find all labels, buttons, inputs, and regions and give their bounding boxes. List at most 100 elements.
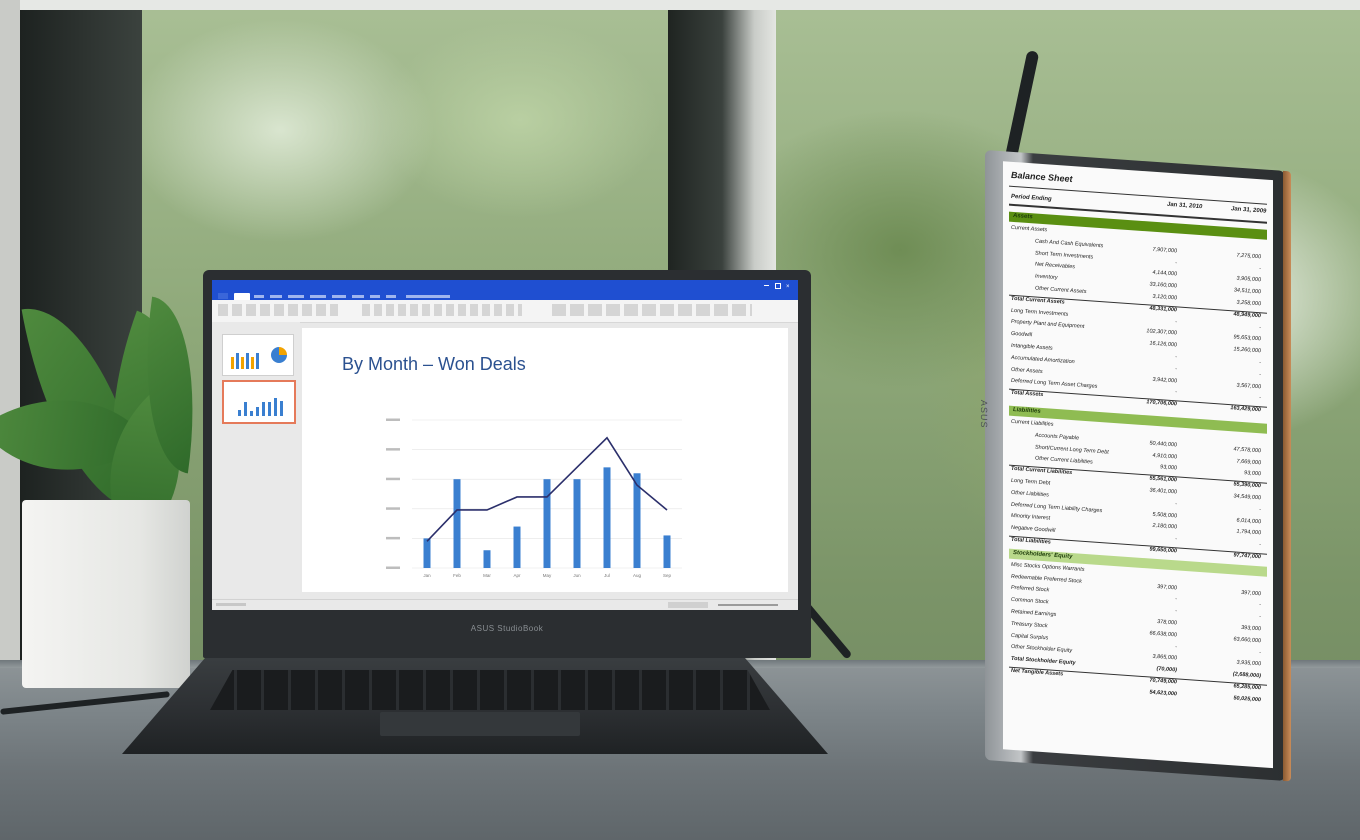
row-label: Capital Surplus (1011, 632, 1049, 642)
y-tick-label (386, 566, 400, 569)
row-value-2009: - (1259, 602, 1261, 609)
thumb-bar (231, 357, 234, 369)
row-value-2010: 99,650,000 (1149, 546, 1177, 555)
thumb-bar (274, 398, 277, 416)
laptop-keyboard (210, 670, 770, 710)
tab-help[interactable] (386, 295, 396, 298)
period-label: Period Ending (1011, 193, 1052, 203)
maximize-icon[interactable] (775, 283, 781, 289)
zoom-slider[interactable] (718, 604, 778, 606)
y-tick-label (386, 448, 400, 451)
row-label: Common Stock (1011, 597, 1049, 606)
row-value-2009: 15,260,000 (1233, 346, 1261, 355)
assets-band-label: Assets (1013, 212, 1033, 221)
balance-sheet: Balance Sheet Period Ending Jan 31, 2010… (1003, 161, 1273, 768)
row-value-2010: 2,180,000 (1152, 523, 1177, 531)
row-value-2010: 16,126,000 (1149, 340, 1177, 349)
plant-pot (22, 500, 190, 688)
monitor-leather-cover (1283, 170, 1291, 782)
row-value-2010: 36,401,000 (1149, 487, 1177, 496)
row-label: Other Liabilities (1011, 489, 1049, 499)
bar-mar (483, 550, 491, 568)
photo-scene: ASUS StudioBook × By Month – Won Deals J… (0, 0, 1360, 840)
tell-me-search[interactable] (406, 295, 450, 298)
row-label: Other Assets (1011, 366, 1043, 375)
row-value-2010: - (1175, 389, 1177, 396)
tab-transitions[interactable] (288, 295, 304, 298)
ppt-statusbar (212, 599, 798, 610)
row-value-2010: 3,942,000 (1152, 376, 1177, 385)
row-label: Preferred Stock (1011, 585, 1050, 594)
row-value-2010: 170,706,000 (1146, 399, 1177, 408)
y-tick-label (386, 507, 400, 510)
x-tick-label: Aug (633, 573, 642, 578)
tab-animations[interactable] (310, 295, 326, 298)
tab-review[interactable] (352, 295, 364, 298)
row-value-2009: 3,905,000 (1236, 275, 1261, 284)
tab-file[interactable] (218, 293, 228, 299)
x-tick-label: Jul (604, 573, 610, 578)
monitor-screen: Balance Sheet Period Ending Jan 31, 2010… (1003, 161, 1273, 769)
monitor-logo: ASUS (979, 399, 989, 429)
row-value-2009: 63,660,000 (1233, 636, 1261, 645)
tab-insert[interactable] (254, 295, 264, 298)
tab-design[interactable] (270, 295, 282, 298)
column-header-2: Jan 31, 2009 (1231, 206, 1267, 215)
thumb-bar (251, 357, 254, 369)
balance-sheet-title: Balance Sheet (1011, 169, 1073, 185)
row-value-2009: - (1259, 360, 1261, 367)
thumb-bar (238, 410, 241, 416)
slide-thumbnail-1[interactable] (222, 334, 294, 376)
row-value-2009: 93,000 (1244, 470, 1261, 478)
y-tick-label (386, 477, 400, 481)
slide-thumbnail-2[interactable] (222, 380, 296, 424)
row-value-2009: 48,949,000 (1233, 311, 1261, 320)
laptop-touchpad (380, 712, 580, 736)
view-buttons[interactable] (668, 602, 708, 608)
row-value-2009: 6,014,000 (1236, 517, 1261, 525)
x-tick-label: Sep (663, 573, 672, 578)
thumb-bar (256, 353, 259, 369)
ppt-ribbon (212, 300, 798, 323)
row-label: Misc Stocks Options Warrants (1011, 561, 1085, 573)
window-controls[interactable]: × (764, 283, 794, 290)
row-value-2009: - (1259, 649, 1261, 656)
row-value-2010: (70,000) (1156, 666, 1178, 674)
row-value-2010: - (1175, 608, 1177, 615)
slide-counter (216, 603, 246, 606)
row-label: Current Liabilities (1011, 418, 1054, 428)
x-tick-label: Mar (483, 573, 491, 578)
row-value-2010: 33,160,000 (1149, 281, 1177, 290)
row-value-2010: 55,561,000 (1149, 475, 1177, 484)
bar-sep (663, 535, 671, 568)
row-value-2010: 5,508,000 (1152, 511, 1177, 520)
row-value-2009: 47,578,000 (1233, 446, 1261, 455)
row-label: Total Assets (1011, 390, 1044, 399)
row-label: Goodwill (1011, 331, 1033, 339)
row-value-2009: - (1259, 371, 1261, 379)
row-value-2010: 4,144,000 (1152, 270, 1177, 278)
row-value-2009: - (1259, 614, 1261, 621)
bar-may (543, 479, 551, 568)
minimize-icon[interactable] (764, 285, 769, 286)
tab-home[interactable] (234, 293, 250, 300)
x-tick-label: Jun (573, 573, 581, 578)
tab-view[interactable] (370, 295, 380, 298)
bar-jul (603, 467, 611, 568)
row-value-2010: - (1175, 366, 1177, 373)
row-value-2009: 3,567,000 (1236, 382, 1261, 390)
row-value-2010: 3,865,000 (1152, 654, 1177, 662)
slide-thumbnail-panel (212, 322, 300, 598)
row-value-2009: - (1259, 395, 1261, 402)
slide-canvas[interactable]: By Month – Won Deals Jan Feb Mar Apr May Jun J… (302, 328, 788, 592)
tab-slideshow[interactable] (332, 295, 346, 298)
row-value-2009: 397,000 (1241, 589, 1261, 597)
ppt-titlebar: × (212, 280, 798, 292)
ribbon-group (218, 304, 338, 316)
y-tick-label (386, 418, 400, 421)
row-value-2010: - (1175, 318, 1177, 326)
thumb-bar (268, 402, 271, 416)
row-value-2010: - (1175, 596, 1177, 603)
row-value-2009: - (1259, 265, 1261, 272)
row-value-2009: 7,669,000 (1236, 458, 1261, 466)
